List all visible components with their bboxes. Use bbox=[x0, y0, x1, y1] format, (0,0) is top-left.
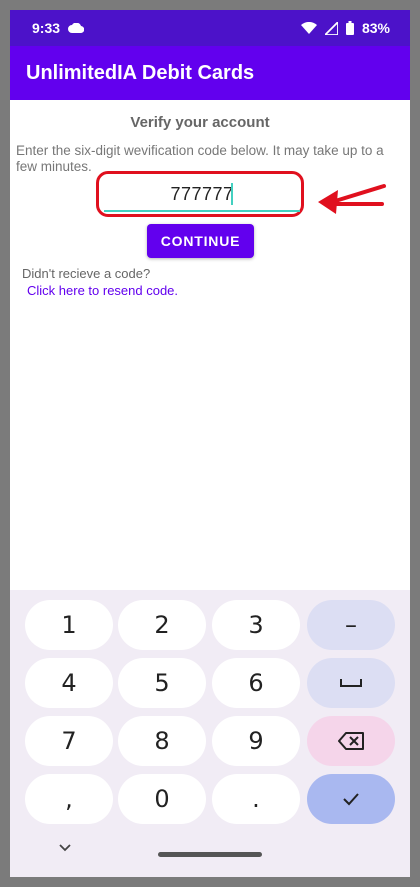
resend-code-link[interactable]: Click here to resend code. bbox=[27, 283, 178, 298]
verify-title: Verify your account bbox=[130, 114, 270, 131]
home-gesture-bar[interactable] bbox=[158, 852, 262, 857]
key-5[interactable]: 5 bbox=[118, 658, 206, 708]
key-minus[interactable]: – bbox=[307, 600, 395, 650]
backspace-icon bbox=[338, 732, 364, 750]
status-time: 9:33 bbox=[32, 20, 61, 36]
key-period[interactable]: . bbox=[212, 774, 300, 824]
verification-code-input[interactable] bbox=[104, 178, 300, 212]
key-4[interactable]: 4 bbox=[25, 658, 113, 708]
checkmark-icon bbox=[343, 793, 359, 806]
key-space[interactable] bbox=[307, 658, 395, 708]
battery-icon bbox=[345, 21, 354, 35]
no-code-text: Didn't recieve a code? bbox=[22, 266, 151, 281]
wifi-icon bbox=[300, 22, 317, 34]
app-bar: UnlimitedIA Debit Cards bbox=[10, 46, 410, 100]
key-backspace[interactable] bbox=[307, 716, 395, 766]
key-done[interactable] bbox=[307, 774, 395, 824]
app-title: UnlimitedIA Debit Cards bbox=[26, 61, 255, 84]
chevron-down-icon[interactable] bbox=[58, 843, 72, 853]
key-8[interactable]: 8 bbox=[118, 716, 206, 766]
key-comma[interactable]: , bbox=[25, 774, 113, 824]
space-icon bbox=[340, 679, 362, 687]
red-arrow-icon bbox=[318, 184, 386, 214]
key-2[interactable]: 2 bbox=[118, 600, 206, 650]
key-1[interactable]: 1 bbox=[25, 600, 113, 650]
continue-button[interactable]: CONTINUE bbox=[147, 224, 254, 258]
key-7[interactable]: 7 bbox=[25, 716, 113, 766]
cellular-signal-icon bbox=[324, 21, 338, 35]
key-3[interactable]: 3 bbox=[212, 600, 300, 650]
key-9[interactable]: 9 bbox=[212, 716, 300, 766]
numeric-keyboard: 1 2 3 – 4 5 6 7 8 9 , 0 . bbox=[10, 590, 410, 877]
text-cursor bbox=[231, 183, 233, 205]
battery-percent: 83% bbox=[361, 20, 390, 36]
status-bar: 9:33 83% bbox=[10, 10, 410, 46]
key-0[interactable]: 0 bbox=[118, 774, 206, 824]
key-6[interactable]: 6 bbox=[212, 658, 300, 708]
cloud-icon bbox=[68, 23, 85, 33]
